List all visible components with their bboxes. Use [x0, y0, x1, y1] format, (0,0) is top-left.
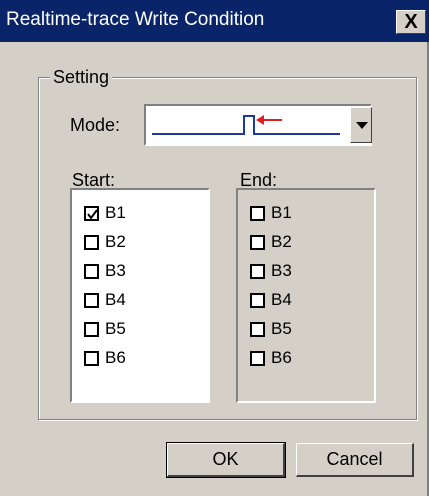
start-item-b6[interactable]: B6 — [84, 347, 126, 369]
checkbox-checked[interactable] — [84, 205, 99, 221]
end-item-label: B3 — [271, 261, 292, 280]
start-item-b5[interactable]: B5 — [84, 318, 126, 340]
end-item-b6[interactable]: B6 — [250, 347, 292, 369]
end-item-label: B6 — [271, 348, 292, 367]
checkbox[interactable] — [250, 205, 265, 221]
checkbox[interactable] — [84, 292, 99, 308]
start-item-b3[interactable]: B3 — [84, 260, 126, 282]
mode-label: Mode: — [70, 115, 121, 135]
mode-dropdown-button[interactable] — [350, 107, 372, 143]
end-item-label: B1 — [271, 203, 292, 222]
start-item-label: B3 — [105, 261, 126, 280]
checkbox[interactable] — [84, 234, 99, 250]
end-item-b1[interactable]: B1 — [250, 202, 292, 224]
start-item-label: B4 — [105, 290, 126, 309]
mode-combobox[interactable] — [144, 104, 372, 146]
check-icon — [87, 208, 98, 220]
start-item-label: B1 — [105, 203, 126, 222]
checkbox[interactable] — [250, 292, 265, 308]
end-item-b4[interactable]: B4 — [250, 289, 292, 311]
checkbox[interactable] — [250, 321, 265, 337]
ok-button[interactable]: OK — [166, 442, 286, 478]
window-title: Realtime-trace Write Condition — [6, 9, 265, 30]
end-item-b3[interactable]: B3 — [250, 260, 292, 282]
checkbox[interactable] — [84, 321, 99, 337]
start-item-label: B6 — [105, 348, 126, 367]
checkbox[interactable] — [250, 234, 265, 250]
checkbox[interactable] — [84, 350, 99, 366]
checkbox[interactable] — [250, 350, 265, 366]
checkbox[interactable] — [84, 263, 99, 279]
cancel-button[interactable]: Cancel — [296, 443, 414, 477]
end-listbox: B1 B2 B3 B4 B5 B6 — [236, 188, 376, 403]
close-button[interactable]: X — [396, 10, 426, 34]
start-item-label: B2 — [105, 232, 126, 251]
end-item-label: B2 — [271, 232, 292, 251]
setting-group-label: Setting — [50, 67, 113, 88]
trigger-pulse-icon — [152, 115, 340, 135]
chevron-down-icon — [356, 122, 368, 129]
start-item-b4[interactable]: B4 — [84, 289, 126, 311]
checkbox[interactable] — [250, 263, 265, 279]
start-listbox[interactable]: B1 B2 B3 B4 B5 B6 — [70, 188, 210, 403]
end-item-b5[interactable]: B5 — [250, 318, 292, 340]
start-item-b1[interactable]: B1 — [84, 202, 126, 224]
end-item-label: B5 — [271, 319, 292, 338]
end-item-b2[interactable]: B2 — [250, 231, 292, 253]
start-item-label: B5 — [105, 319, 126, 338]
start-item-b2[interactable]: B2 — [84, 231, 126, 253]
end-item-label: B4 — [271, 290, 292, 309]
